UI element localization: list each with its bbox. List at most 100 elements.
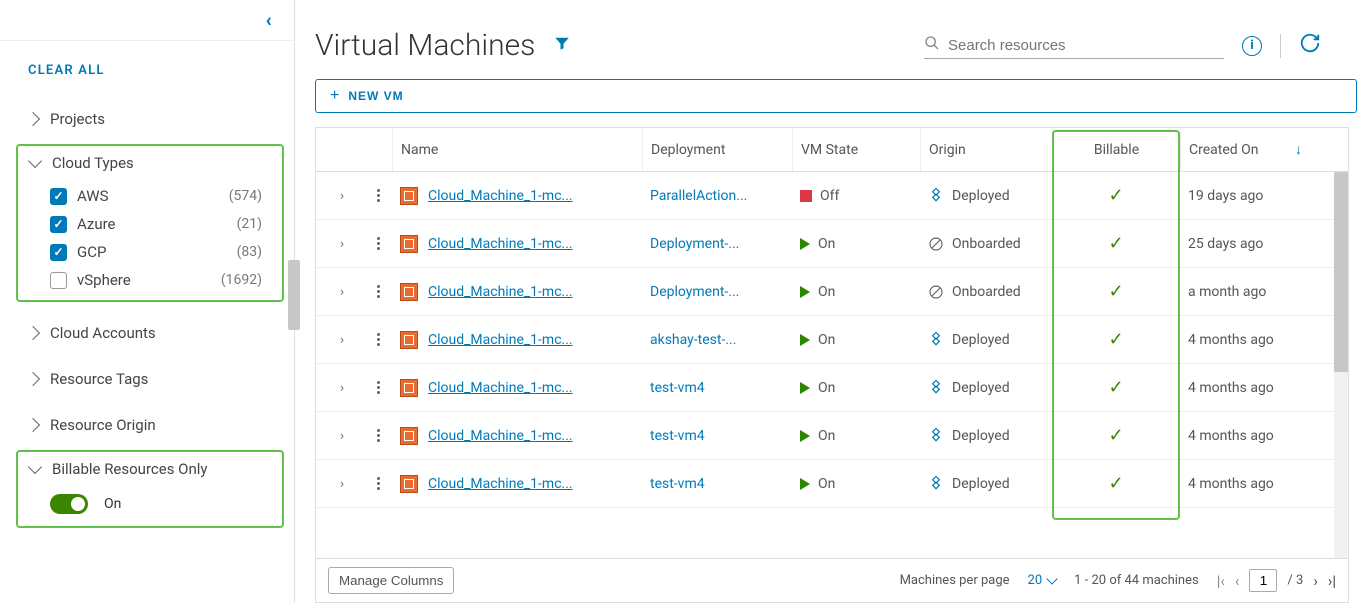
filter-resource-tags[interactable]: Resource Tags	[0, 362, 294, 396]
deployment-link[interactable]: ParallelAction...	[650, 188, 747, 204]
origin-label: Deployed	[952, 380, 1010, 396]
chevron-down-icon	[28, 154, 42, 168]
created-label: 19 days ago	[1188, 188, 1263, 204]
vm-name-link[interactable]: Cloud_Machine_1-mc...	[428, 428, 573, 444]
page-prev-button[interactable]: ‹	[1235, 572, 1240, 590]
page-next-button[interactable]: ›	[1313, 572, 1318, 590]
origin-icon	[928, 380, 944, 396]
row-menu-icon[interactable]	[377, 333, 380, 346]
search-wrap	[924, 33, 1224, 59]
filter-label: Resource Tags	[50, 370, 148, 388]
state-icon	[800, 190, 812, 202]
row-menu-icon[interactable]	[377, 189, 380, 202]
state-label: On	[818, 332, 835, 348]
state-icon	[800, 478, 810, 490]
vm-icon	[400, 331, 418, 349]
vm-icon	[400, 283, 418, 301]
state-icon	[800, 382, 810, 394]
toggle-label: On	[104, 496, 121, 512]
checkbox[interactable]	[50, 272, 67, 289]
table-header: Name Deployment VM State Origin Billable…	[316, 128, 1348, 172]
created-label: 4 months ago	[1188, 428, 1274, 444]
vm-name-link[interactable]: Cloud_Machine_1-mc...	[428, 476, 573, 492]
filter-billable[interactable]: Billable Resources Only	[18, 452, 282, 486]
row-menu-icon[interactable]	[377, 381, 380, 394]
col-vm-state[interactable]: VM State	[792, 128, 920, 171]
state-icon	[800, 238, 810, 250]
sort-desc-icon: ↓	[1295, 141, 1302, 158]
vm-name-link[interactable]: Cloud_Machine_1-mc...	[428, 332, 573, 348]
cloud-type-item[interactable]: ✓ GCP (83)	[18, 238, 282, 266]
created-label: 4 months ago	[1188, 332, 1274, 348]
col-origin[interactable]: Origin	[920, 128, 1052, 171]
per-page-select[interactable]: 20	[1028, 573, 1057, 588]
info-icon[interactable]: i	[1242, 36, 1262, 56]
filter-icon[interactable]	[553, 34, 571, 57]
new-vm-button[interactable]: + NEW VM	[315, 79, 1357, 113]
billable-toggle[interactable]	[50, 494, 88, 514]
deployment-link[interactable]: Deployment-...	[650, 236, 739, 252]
vm-name-link[interactable]: Cloud_Machine_1-mc...	[428, 188, 573, 204]
filter-cloud-types[interactable]: Cloud Types	[18, 146, 282, 180]
table-scrollbar[interactable]	[1334, 172, 1348, 558]
cloud-type-count: (1692)	[221, 272, 262, 288]
vm-name-link[interactable]: Cloud_Machine_1-mc...	[428, 284, 573, 300]
col-created-on[interactable]: Created On ↓	[1180, 128, 1332, 171]
cloud-type-label: Azure	[77, 215, 237, 233]
checkbox[interactable]: ✓	[50, 216, 67, 233]
chevron-right-icon	[26, 372, 40, 386]
check-icon: ✓	[1108, 425, 1123, 446]
row-menu-icon[interactable]	[377, 237, 380, 250]
check-icon: ✓	[1108, 185, 1123, 206]
clear-all-button[interactable]: CLEAR ALL	[0, 41, 294, 96]
filter-label: Cloud Accounts	[50, 324, 156, 342]
row-menu-icon[interactable]	[377, 429, 380, 442]
refresh-icon[interactable]	[1299, 32, 1321, 60]
cloud-type-label: GCP	[77, 243, 237, 261]
row-menu-icon[interactable]	[377, 285, 380, 298]
vm-icon	[400, 475, 418, 493]
cloud-type-count: (21)	[237, 216, 262, 232]
checkbox[interactable]: ✓	[50, 188, 67, 205]
deployment-link[interactable]: test-vm4	[650, 380, 705, 396]
vm-icon	[400, 427, 418, 445]
deployment-link[interactable]: Deployment-...	[650, 284, 739, 300]
table-row: ›› Cloud_Machine_1-mc... akshay-test-...…	[316, 316, 1348, 364]
cloud-type-item[interactable]: ✓ Azure (21)	[18, 210, 282, 238]
vm-icon	[400, 235, 418, 253]
chevron-right-icon	[26, 112, 40, 126]
page-last-button[interactable]: ›|	[1328, 572, 1336, 590]
manage-columns-button[interactable]: Manage Columns	[328, 567, 454, 594]
plus-icon: +	[330, 87, 340, 105]
origin-label: Onboarded	[952, 236, 1021, 252]
state-label: On	[818, 428, 835, 444]
filter-cloud-accounts[interactable]: Cloud Accounts	[0, 316, 294, 350]
cloud-type-item[interactable]: ✓ AWS (574)	[18, 182, 282, 210]
search-input[interactable]	[948, 33, 1224, 58]
vm-name-link[interactable]: Cloud_Machine_1-mc...	[428, 380, 573, 396]
page-input[interactable]	[1249, 569, 1277, 592]
state-label: On	[818, 236, 835, 252]
filter-label: Resource Origin	[50, 416, 156, 434]
state-label: Off	[820, 188, 839, 204]
cloud-type-item[interactable]: vSphere (1692)	[18, 266, 282, 294]
vm-name-link[interactable]: Cloud_Machine_1-mc...	[428, 236, 573, 252]
col-name[interactable]: Name	[392, 128, 642, 171]
check-icon: ✓	[1108, 233, 1123, 254]
origin-label: Deployed	[952, 332, 1010, 348]
state-icon	[800, 286, 810, 298]
page-first-button[interactable]: |‹	[1217, 572, 1225, 590]
deployment-link[interactable]: test-vm4	[650, 476, 705, 492]
deployment-link[interactable]: akshay-test-...	[650, 332, 736, 348]
check-icon: ✓	[1108, 473, 1123, 494]
col-billable[interactable]: Billable	[1052, 128, 1180, 171]
col-deployment[interactable]: Deployment	[642, 128, 792, 171]
filter-label: Billable Resources Only	[52, 460, 208, 478]
filter-projects[interactable]: Projects	[0, 102, 294, 136]
filter-resource-origin[interactable]: Resource Origin	[0, 408, 294, 442]
checkbox[interactable]: ✓	[50, 244, 67, 261]
state-label: On	[818, 380, 835, 396]
created-label: 4 months ago	[1188, 380, 1274, 396]
row-menu-icon[interactable]	[377, 477, 380, 490]
deployment-link[interactable]: test-vm4	[650, 428, 705, 444]
